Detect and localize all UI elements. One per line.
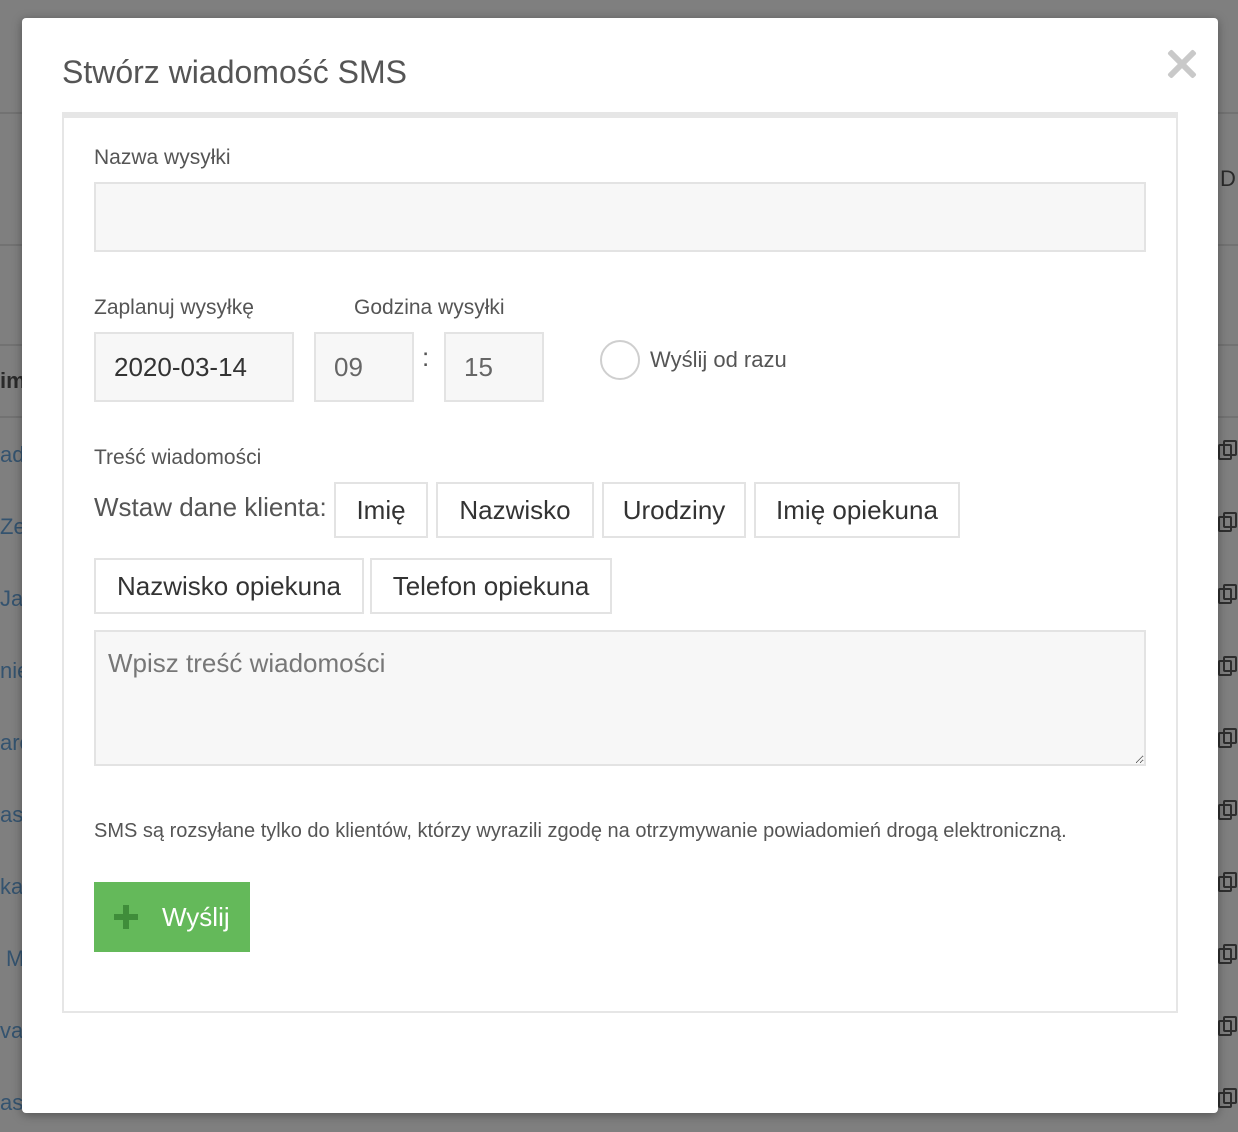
bg-row-fragment: Jan bbox=[0, 586, 22, 611]
copy-icon bbox=[1218, 872, 1237, 892]
send-button[interactable]: Wyślij bbox=[94, 882, 250, 952]
copy-icon bbox=[1218, 1016, 1237, 1036]
insert-last-name-button[interactable]: Nazwisko bbox=[436, 482, 594, 538]
insert-first-name-button[interactable]: Imię bbox=[334, 482, 428, 538]
bg-row-fragment: ade bbox=[0, 442, 22, 467]
copy-icon bbox=[1218, 440, 1237, 460]
close-icon[interactable] bbox=[1161, 44, 1201, 84]
message-textarea[interactable] bbox=[94, 630, 1146, 766]
copy-icon bbox=[1218, 656, 1237, 676]
minute-input[interactable] bbox=[444, 332, 544, 402]
insert-guardian-last-name-button[interactable]: Nazwisko opiekuna bbox=[94, 558, 364, 614]
sms-form-panel: Nazwa wysyłki Zaplanuj wysyłkę Godzina w… bbox=[62, 112, 1178, 1013]
campaign-name-label: Nazwa wysyłki bbox=[94, 146, 231, 169]
copy-icon bbox=[1218, 728, 1237, 748]
time-separator: : bbox=[422, 342, 430, 372]
bg-row-fragment: M bbox=[6, 946, 22, 971]
bg-row-fragment: nie bbox=[0, 658, 22, 683]
sms-modal: Stwórz wiadomość SMS Nazwa wysyłki Zapla… bbox=[22, 18, 1218, 1113]
hour-input[interactable] bbox=[314, 332, 414, 402]
schedule-label: Zaplanuj wysyłkę bbox=[94, 296, 254, 319]
campaign-name-input[interactable] bbox=[94, 182, 1146, 252]
copy-icon bbox=[1218, 1088, 1237, 1108]
bg-row-fragment: asz bbox=[0, 802, 22, 827]
copy-icon bbox=[1218, 584, 1237, 604]
bg-row-fragment: Zen bbox=[0, 514, 22, 539]
insert-guardian-first-name-button[interactable]: Imię opiekuna bbox=[754, 482, 960, 538]
message-content-label: Treść wiadomości bbox=[94, 446, 262, 469]
modal-title: Stwórz wiadomość SMS bbox=[62, 54, 407, 90]
copy-icon bbox=[1218, 944, 1237, 964]
bg-row-fragment: aro bbox=[0, 730, 22, 755]
bg-row-fragment: va bbox=[0, 1018, 22, 1043]
bg-row-fragment: asz bbox=[0, 1090, 22, 1115]
insert-birthday-button[interactable]: Urodziny bbox=[602, 482, 746, 538]
bg-header-fragment: D bbox=[1220, 166, 1236, 191]
send-button-label: Wyślij bbox=[162, 902, 230, 932]
send-now-label: Wyślij od razu bbox=[650, 347, 787, 372]
copy-icon bbox=[1218, 800, 1237, 820]
insert-guardian-phone-button[interactable]: Telefon opiekuna bbox=[370, 558, 612, 614]
schedule-date-input[interactable] bbox=[94, 332, 294, 402]
copy-icon bbox=[1218, 512, 1237, 532]
insert-client-data-label: Wstaw dane klienta: bbox=[94, 492, 327, 522]
bg-table-header-fragment: im bbox=[0, 368, 22, 393]
bg-row-fragment: ka bbox=[0, 874, 22, 899]
send-now-radio[interactable] bbox=[600, 340, 640, 380]
plus-icon bbox=[114, 905, 138, 929]
consent-note: SMS są rozsyłane tylko do klientów, któr… bbox=[94, 820, 1067, 842]
send-hour-label: Godzina wysyłki bbox=[354, 296, 505, 319]
